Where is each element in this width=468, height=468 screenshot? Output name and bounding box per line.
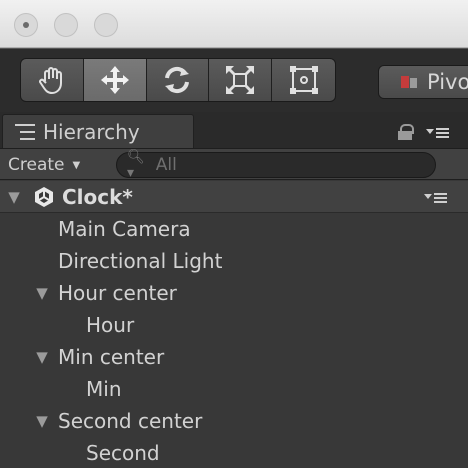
tree-item-directional-light[interactable]: Directional Light	[0, 245, 468, 277]
pivot-icon	[401, 74, 419, 90]
move-arrows-icon	[100, 66, 129, 94]
tree-item-label: Main Camera	[58, 217, 191, 241]
unity-scene-icon	[35, 186, 53, 207]
tab-hierarchy[interactable]: Hierarchy	[2, 114, 194, 148]
tree-item-min[interactable]: Min	[0, 373, 468, 405]
hierarchy-tree: ▼ Clock* Main Camera Directional Light ▼…	[0, 181, 468, 468]
expand-arrow-icon[interactable]: ▼	[32, 348, 52, 366]
rotate-tool-button[interactable]	[147, 59, 210, 101]
tree-item-label: Hour	[86, 313, 135, 337]
move-tool-button[interactable]	[83, 59, 147, 101]
tree-item-label: Second	[86, 441, 160, 465]
rect-tool-button[interactable]	[272, 59, 335, 101]
tree-item-label: Hour center	[58, 281, 177, 305]
search-icon[interactable]: 🔍︎▾	[127, 149, 152, 181]
scale-tool-button[interactable]	[209, 59, 273, 101]
hand-icon	[38, 67, 62, 94]
main-toolbar: Pivo	[0, 48, 468, 112]
panel-menu-icon[interactable]	[426, 126, 450, 138]
expand-arrow-icon[interactable]: ▼	[32, 412, 52, 430]
pivot-label: Pivo	[427, 70, 468, 94]
create-label: Create	[8, 155, 65, 175]
scale-icon	[226, 66, 255, 94]
rotate-icon	[165, 66, 190, 94]
chevron-down-icon: ▼	[72, 159, 81, 171]
close-window-button[interactable]	[14, 13, 38, 37]
hierarchy-list-icon	[15, 123, 35, 140]
zoom-window-button[interactable]	[94, 13, 118, 37]
tree-item-label: Directional Light	[58, 249, 223, 273]
minimize-window-button[interactable]	[54, 13, 78, 37]
search-input[interactable]	[155, 155, 435, 175]
tree-item-label: Min	[86, 377, 122, 401]
create-dropdown-button[interactable]: Create ▼	[8, 151, 80, 179]
expand-arrow-icon[interactable]: ▼	[32, 284, 52, 302]
rect-transform-icon	[289, 66, 318, 94]
tree-item-hour[interactable]: Hour	[0, 309, 468, 341]
expand-arrow-icon[interactable]: ▼	[4, 188, 24, 206]
scene-row[interactable]: ▼ Clock*	[0, 181, 468, 213]
tree-item-second-center[interactable]: ▼ Second center	[0, 405, 468, 437]
tree-item-label: Second center	[58, 409, 203, 433]
hierarchy-search-bar: Create ▼ 🔍︎▾	[0, 148, 468, 181]
scene-menu-icon[interactable]	[424, 191, 448, 203]
tree-item-second[interactable]: Second	[0, 437, 468, 468]
tree-item-hour-center[interactable]: ▼ Hour center	[0, 277, 468, 309]
tree-item-label: Min center	[58, 345, 165, 369]
hand-tool-button[interactable]	[21, 59, 84, 101]
hierarchy-panel-header: Hierarchy	[0, 112, 468, 148]
tree-item-min-center[interactable]: ▼ Min center	[0, 341, 468, 373]
scene-name: Clock*	[62, 184, 133, 209]
search-field[interactable]: 🔍︎▾	[116, 149, 436, 181]
lock-icon[interactable]	[398, 124, 414, 140]
pivot-toggle-button[interactable]: Pivo	[378, 65, 468, 99]
tab-hierarchy-label: Hierarchy	[43, 119, 140, 144]
transform-tools	[20, 58, 336, 102]
tree-item-main-camera[interactable]: Main Camera	[0, 213, 468, 245]
window-titlebar	[0, 0, 468, 48]
